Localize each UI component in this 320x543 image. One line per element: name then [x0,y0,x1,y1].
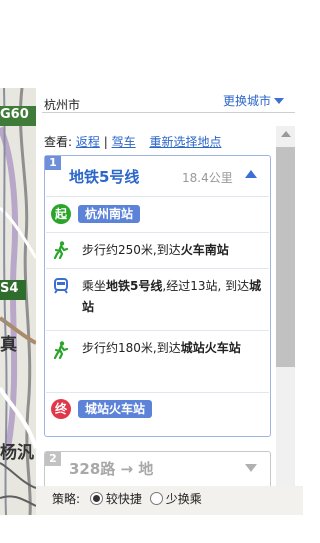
divider [46,330,269,331]
scrollbar-thumb[interactable] [276,147,295,367]
divider [46,268,269,269]
map-label-g60: G60 [0,107,29,122]
end-station[interactable]: 城站火车站 [78,400,153,418]
divider [46,232,269,233]
map-label-place2: 杨汎 [0,443,34,463]
strategy-label: 策略: [52,492,81,506]
radio-fast-label[interactable]: 较快捷 [106,492,142,506]
divider [46,196,269,197]
ride-step: 乘坐地铁5号线,经过13站, 到达城站 [82,276,267,318]
route-distance: 18.4公里 [182,171,233,185]
city-name: 杭州市 [44,98,81,112]
reselect-location-link[interactable]: 重新选择地点 [149,135,221,149]
ride-step-text: ,经过13站, 到达 [162,279,250,293]
radio-fast[interactable] [89,492,103,505]
expand-arrow-icon[interactable] [245,464,257,472]
divider [46,392,269,393]
walk-icon [53,241,69,259]
route-index: 2 [45,452,61,466]
change-city-button[interactable]: 更换城市 [223,92,285,109]
route-title[interactable]: 328路 → 地 [69,458,153,479]
start-badge-icon: 起 [51,204,71,224]
scroll-up-arrow-icon[interactable] [281,131,291,137]
change-city-label: 更换城市 [223,94,272,108]
walk-icon [53,341,69,359]
ride-step-line: 地铁5号线 [106,279,163,293]
metro-icon [54,278,68,294]
start-station[interactable]: 杭州南站 [78,205,141,223]
collapse-arrow-icon[interactable] [245,170,257,178]
map-label-place: 真 [0,335,17,355]
header-divider [42,112,295,113]
route-card-1: 1 地铁5号线 18.4公里 起 杭州南站 步行约250米,到达火车南站 乘坐地… [44,155,271,437]
strategy-options: 策略: 较快捷 少换乘 [52,490,202,507]
radio-less-transfer[interactable] [149,492,163,505]
link-separator: | [103,135,108,149]
walk-step-2: 步行约180米,到达城站火车站 [82,338,267,359]
drive-link[interactable]: 驾车 [112,135,136,149]
ride-step-prefix: 乘坐 [82,279,107,293]
walk-step-2-target: 城站火车站 [180,341,241,355]
return-trip-link[interactable]: 返程 [76,135,100,149]
end-badge-icon: 终 [51,399,71,419]
route-title[interactable]: 地铁5号线 [69,166,139,187]
map-view[interactable]: G60 S4 真 杨汎 [0,88,36,515]
view-label: 查看: [44,135,73,149]
walk-step-1-text: 步行约250米,到达 [82,243,181,257]
view-options: 查看: 返程 | 驾车 重新选择地点 [44,133,221,150]
map-label-s4: S4 [0,281,19,296]
route-card-2[interactable]: 2 328路 → 地 [44,451,271,489]
chevron-down-icon [274,98,285,104]
walk-step-1-target: 火车南站 [180,243,229,257]
radio-less-transfer-label[interactable]: 少换乘 [166,492,202,506]
walk-step-1: 步行约250米,到达火车南站 [82,240,267,261]
walk-step-2-text: 步行约180米,到达 [82,341,181,355]
route-index: 1 [45,156,61,170]
